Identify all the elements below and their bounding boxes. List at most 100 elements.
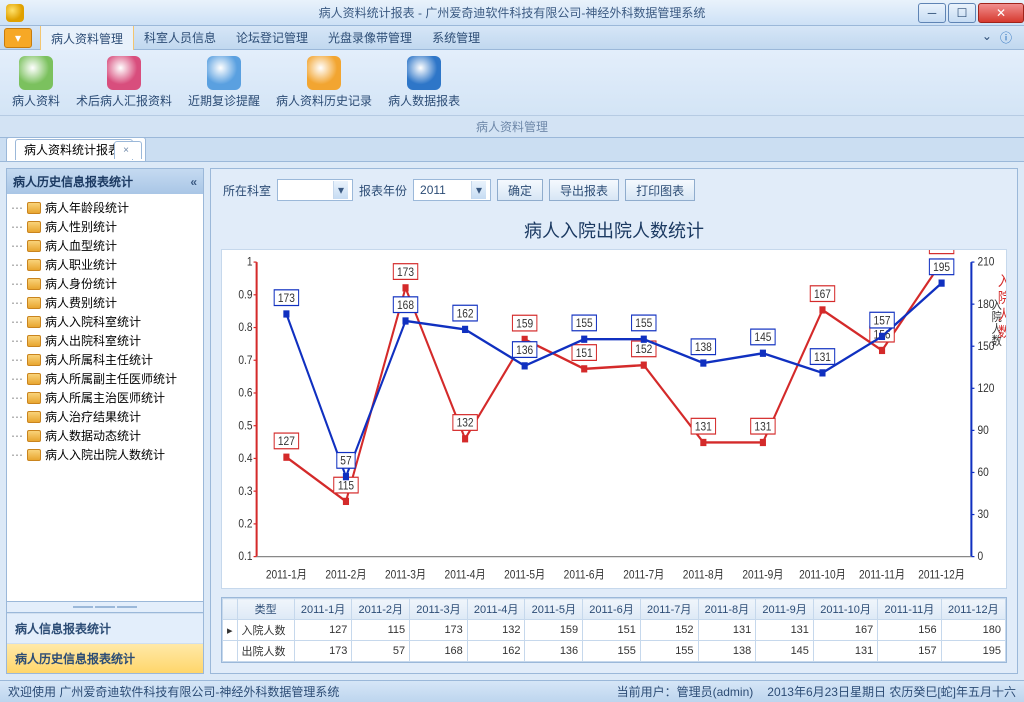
tree-item[interactable]: ⋯病人所属科主任统计 xyxy=(9,350,201,369)
tree-item[interactable]: ⋯病人所属副主任医师统计 xyxy=(9,369,201,388)
svg-text:155: 155 xyxy=(576,317,593,330)
svg-text:131: 131 xyxy=(695,421,712,434)
ribbon: 病人资料术后病人汇报资料近期复诊提醒病人资料历史记录病人数据报表 病人资料管理 xyxy=(0,50,1024,138)
svg-text:2011-10月: 2011-10月 xyxy=(799,569,846,582)
svg-text:2011-6月: 2011-6月 xyxy=(564,569,605,582)
folder-icon xyxy=(27,411,41,423)
data-table: 类型2011-1月2011-2月2011-3月2011-4月2011-5月201… xyxy=(221,597,1007,663)
tree-item[interactable]: ⋯病人年龄段统计 xyxy=(9,198,201,217)
document-tabs: 病人资料统计报表× xyxy=(0,138,1024,162)
minimize-button[interactable]: ─ xyxy=(918,3,946,23)
svg-text:0.7: 0.7 xyxy=(238,354,252,367)
folder-icon xyxy=(27,392,41,404)
print-button[interactable]: 打印图表 xyxy=(625,179,695,201)
svg-text:127: 127 xyxy=(278,435,295,448)
tree-item[interactable]: ⋯病人所属主治医师统计 xyxy=(9,388,201,407)
sidebar-title: 病人历史信息报表统计 xyxy=(13,173,133,190)
window-title: 病人资料统计报表 - 广州爱奇迪软件科技有限公司-神经外科数据管理系统 xyxy=(319,4,706,21)
report-toolbar: 所在科室 报表年份 2011 确定 导出报表 打印图表 xyxy=(211,169,1017,211)
svg-text:132: 132 xyxy=(457,417,474,430)
tree-item[interactable]: ⋯病人费别统计 xyxy=(9,293,201,312)
svg-text:2011-11月: 2011-11月 xyxy=(859,569,905,582)
menu-item[interactable]: 光盘录像带管理 xyxy=(318,25,422,51)
folder-icon xyxy=(27,373,41,385)
svg-text:131: 131 xyxy=(754,421,771,434)
sidebar-section-patient-info[interactable]: 病人信息报表统计 xyxy=(7,613,203,643)
help-icon[interactable]: ⓘ xyxy=(1000,29,1012,46)
folder-icon xyxy=(27,240,41,252)
main-panel: 所在科室 报表年份 2011 确定 导出报表 打印图表 病人入院出院人数统计 0… xyxy=(210,168,1018,674)
svg-text:120: 120 xyxy=(977,382,994,395)
sidebar-section-patient-history[interactable]: 病人历史信息报表统计 xyxy=(7,643,203,673)
svg-text:57: 57 xyxy=(340,455,351,468)
svg-text:2011-9月: 2011-9月 xyxy=(742,569,783,582)
ribbon-item[interactable]: 病人资料 xyxy=(8,54,64,115)
folder-icon xyxy=(27,259,41,271)
app-menu-button[interactable]: ▾ xyxy=(4,28,32,48)
sidebar: 病人历史信息报表统计 « ⋯病人年龄段统计⋯病人性别统计⋯病人血型统计⋯病人职业… xyxy=(6,168,204,674)
export-button[interactable]: 导出报表 xyxy=(549,179,619,201)
svg-text:159: 159 xyxy=(516,318,533,331)
sidebar-header: 病人历史信息报表统计 « xyxy=(7,169,203,194)
ribbon-item[interactable]: 病人资料历史记录 xyxy=(272,54,376,115)
menu-item[interactable]: 病人资料管理 xyxy=(40,25,134,51)
svg-text:2011-1月: 2011-1月 xyxy=(266,569,307,582)
folder-icon xyxy=(27,297,41,309)
close-button[interactable]: ✕ xyxy=(978,3,1024,23)
svg-text:90: 90 xyxy=(977,424,988,437)
maximize-button[interactable]: ☐ xyxy=(948,3,976,23)
svg-text:145: 145 xyxy=(754,331,771,344)
collapse-icon[interactable]: « xyxy=(190,175,197,189)
svg-text:入: 入 xyxy=(998,273,1006,289)
svg-text:162: 162 xyxy=(457,308,474,321)
svg-text:60: 60 xyxy=(977,466,988,479)
dept-label: 所在科室 xyxy=(223,182,271,199)
tree-item[interactable]: ⋯病人身份统计 xyxy=(9,274,201,293)
svg-text:2011-5月: 2011-5月 xyxy=(504,569,545,582)
tree-item[interactable]: ⋯病人性别统计 xyxy=(9,217,201,236)
svg-text:2011-4月: 2011-4月 xyxy=(445,569,486,582)
ribbon-collapse-icon[interactable]: ⌄ xyxy=(982,29,992,46)
ok-button[interactable]: 确定 xyxy=(497,179,543,201)
status-user: 当前用户：管理员(admin) xyxy=(617,683,754,700)
svg-text:人: 人 xyxy=(998,307,1006,323)
sidebar-tree: ⋯病人年龄段统计⋯病人性别统计⋯病人血型统计⋯病人职业统计⋯病人身份统计⋯病人费… xyxy=(7,194,203,602)
svg-text:院: 院 xyxy=(998,290,1006,306)
ribbon-item[interactable]: 近期复诊提醒 xyxy=(184,54,264,115)
svg-text:157: 157 xyxy=(874,315,891,328)
svg-text:195: 195 xyxy=(933,261,950,274)
splitter[interactable] xyxy=(7,602,203,612)
menu-item[interactable]: 科室人员信息 xyxy=(134,25,226,51)
tree-item[interactable]: ⋯病人职业统计 xyxy=(9,255,201,274)
ribbon-item[interactable]: 术后病人汇报资料 xyxy=(72,54,176,115)
tree-item[interactable]: ⋯病人入院出院人数统计 xyxy=(9,445,201,464)
close-icon[interactable]: × xyxy=(114,141,142,159)
folder-icon xyxy=(27,335,41,347)
svg-text:1: 1 xyxy=(247,256,253,269)
svg-text:2011-7月: 2011-7月 xyxy=(623,569,664,582)
svg-text:168: 168 xyxy=(397,299,414,312)
svg-text:0.8: 0.8 xyxy=(238,321,252,334)
folder-icon xyxy=(27,202,41,214)
tree-item[interactable]: ⋯病人出院科室统计 xyxy=(9,331,201,350)
svg-text:0.2: 0.2 xyxy=(238,518,252,531)
folder-icon xyxy=(27,430,41,442)
tree-item[interactable]: ⋯病人治疗结果统计 xyxy=(9,407,201,426)
menu-item[interactable]: 系统管理 xyxy=(422,25,490,51)
dept-combo[interactable] xyxy=(277,179,353,201)
svg-text:210: 210 xyxy=(977,256,994,269)
tree-item[interactable]: ⋯病人数据动态统计 xyxy=(9,426,201,445)
year-label: 报表年份 xyxy=(359,182,407,199)
folder-icon xyxy=(27,221,41,233)
year-combo[interactable]: 2011 xyxy=(413,179,491,201)
document-tab[interactable]: 病人资料统计报表× xyxy=(6,137,146,161)
tree-item[interactable]: ⋯病人入院科室统计 xyxy=(9,312,201,331)
svg-text:2011-2月: 2011-2月 xyxy=(325,569,366,582)
ribbon-item[interactable]: 病人数据报表 xyxy=(384,54,464,115)
menu-item[interactable]: 论坛登记管理 xyxy=(226,25,318,51)
statusbar: 欢迎使用 广州爱奇迪软件科技有限公司-神经外科数据管理系统 当前用户：管理员(a… xyxy=(0,680,1024,702)
status-date: 2013年6月23日星期日 农历癸巳[蛇]年五月十六 xyxy=(767,683,1016,700)
svg-text:115: 115 xyxy=(338,480,354,493)
svg-text:0.6: 0.6 xyxy=(238,387,252,400)
tree-item[interactable]: ⋯病人血型统计 xyxy=(9,236,201,255)
